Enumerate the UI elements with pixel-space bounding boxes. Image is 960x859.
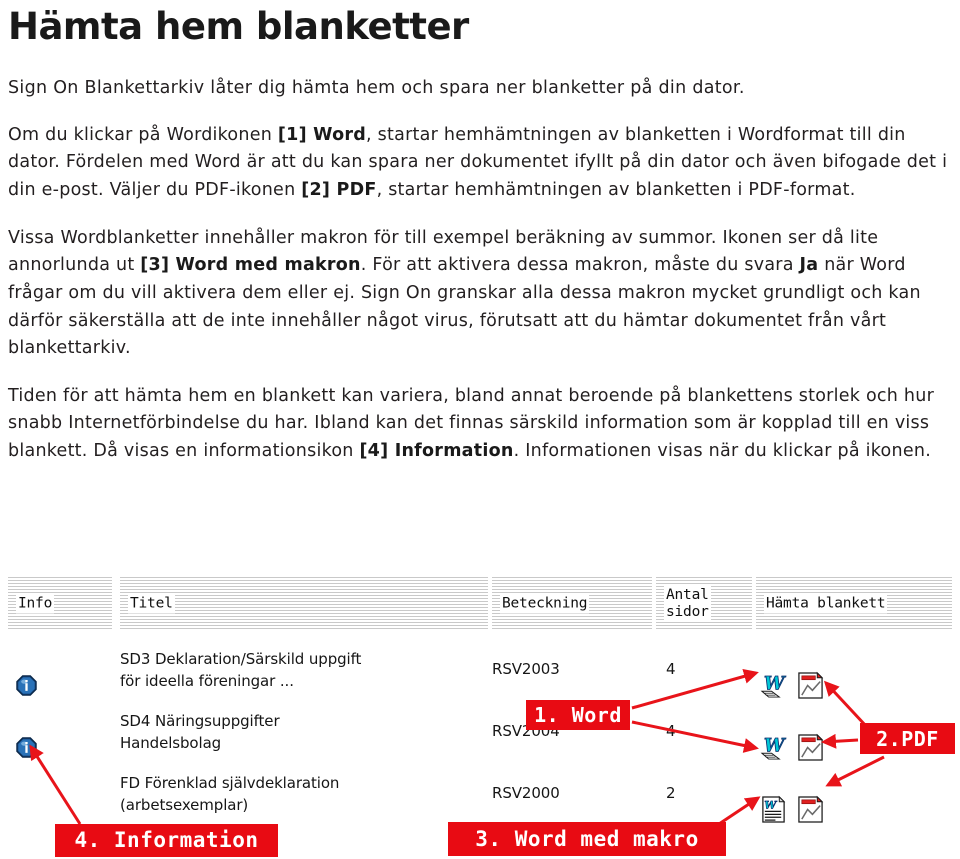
blankettarkiv-screenshot: Info Titel Beteckning Antal sidor Hämta … — [0, 555, 960, 859]
row-info-cell[interactable] — [16, 653, 106, 718]
table-header-beteckning-label: Beteckning — [500, 594, 590, 614]
info-icon[interactable] — [16, 737, 37, 758]
row-title-cell[interactable]: SD4 Näringsuppgifter Handelsbolag — [120, 711, 488, 755]
emphasis-run: [4] Information — [359, 441, 514, 462]
row-title-cell[interactable]: FD Förenklad självdeklaration (arbetsexe… — [120, 773, 488, 817]
table-header-info[interactable]: Info — [8, 577, 112, 631]
emphasis-run: Ja — [799, 255, 819, 276]
svg-text:W: W — [764, 799, 777, 811]
paragraph-3: Tiden för att hämta hem en blankett kan … — [8, 383, 952, 466]
svg-text:W: W — [764, 735, 787, 756]
row-antal-sidor-cell: 4 — [666, 660, 676, 678]
table-header-info-label: Info — [16, 594, 55, 614]
pdf-icon[interactable] — [797, 733, 824, 762]
pdf-icon[interactable] — [797, 795, 824, 824]
table-header-antal-sidor-label: Antal sidor — [664, 585, 711, 623]
table-body: SD3 Deklaration/Särskild uppgift för ide… — [8, 647, 952, 833]
table-row: SD4 Näringsuppgifter Handelsbolag RSV200… — [8, 709, 952, 771]
emphasis-run: [2] PDF — [301, 179, 377, 200]
word-icon[interactable]: W — [760, 671, 787, 700]
paragraph-1: Om du klickar på Wordikonen [1] Word , st… — [8, 122, 952, 205]
callout-information: 4. Information — [55, 824, 278, 857]
word-macro-icon[interactable]: W — [760, 795, 787, 824]
text-run: . För att aktivera dessa makron, måste d… — [360, 255, 800, 276]
intro-paragraph: Sign On Blankettarkiv låter dig hämta he… — [8, 77, 745, 98]
emphasis-run: [1] Word — [277, 124, 367, 145]
text-run: . Informationen visas när du klickar på … — [513, 441, 932, 462]
emphasis-run: [3] Word med makron — [140, 255, 361, 276]
row-antal-sidor-cell: 2 — [666, 784, 676, 802]
table-header-beteckning[interactable]: Beteckning — [492, 577, 652, 631]
table-row: SD3 Deklaration/Särskild uppgift för ide… — [8, 647, 952, 709]
row-beteckning-cell: RSV2000 — [492, 784, 560, 802]
text-run: Om du klickar på Wordikonen — [8, 124, 278, 145]
table-header-titel[interactable]: Titel — [120, 577, 488, 631]
row-download-cell: W — [760, 773, 940, 846]
page-title: Hämta hem blanketter — [8, 5, 469, 48]
table-header-titel-label: Titel — [128, 594, 175, 614]
paragraph-2: Vissa Wordblanketter innehåller makron f… — [8, 225, 952, 363]
table-header-hamta-blankett-label: Hämta blankett — [764, 594, 888, 614]
text-run: , startar hemhämtningen av blanketten i … — [376, 179, 856, 200]
row-title-cell[interactable]: SD3 Deklaration/Särskild uppgift för ide… — [120, 649, 488, 693]
table-header-row: Info Titel Beteckning Antal sidor Hämta … — [8, 577, 952, 631]
row-info-cell[interactable] — [16, 715, 106, 780]
callout-word: 1. Word — [526, 700, 630, 730]
row-beteckning-cell: RSV2003 — [492, 660, 560, 678]
row-antal-sidor-cell: 4 — [666, 722, 676, 740]
info-icon[interactable] — [16, 675, 37, 696]
callout-pdf: 2.PDF — [860, 723, 955, 754]
callout-word-makro: 3. Word med makro — [448, 822, 726, 856]
table-header-antal-sidor[interactable]: Antal sidor — [656, 577, 752, 631]
word-icon[interactable]: W — [760, 733, 787, 762]
article-body: Hämta hem blanketter Sign On Blankettark… — [8, 0, 952, 466]
svg-text:W: W — [764, 673, 787, 694]
pdf-icon[interactable] — [797, 671, 824, 700]
table-header-hamta-blankett[interactable]: Hämta blankett — [756, 577, 952, 631]
